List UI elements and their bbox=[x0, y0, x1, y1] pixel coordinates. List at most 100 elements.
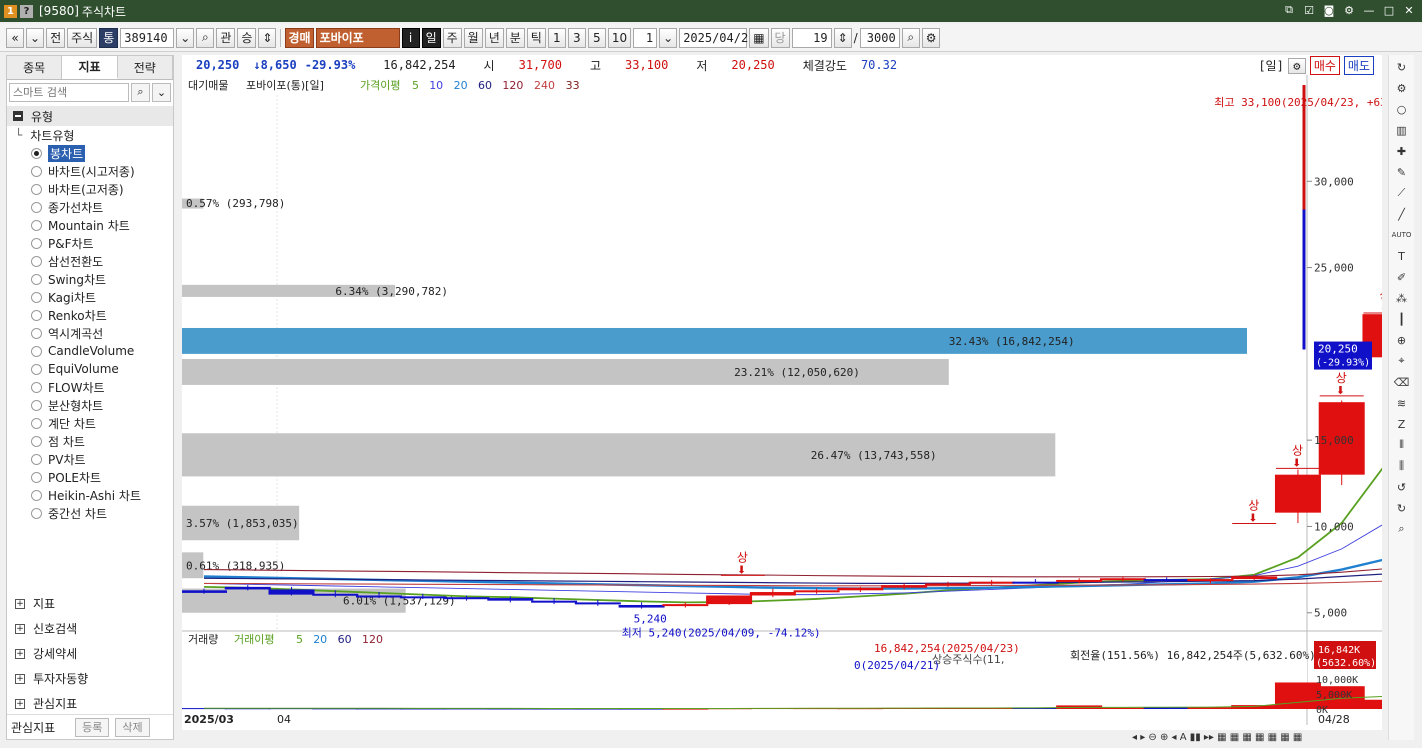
tong-button[interactable]: 통 bbox=[99, 27, 119, 48]
interval-5-button[interactable]: 5 bbox=[587, 27, 606, 48]
interval-10-button[interactable]: 10 bbox=[607, 27, 632, 48]
radio-icon[interactable] bbox=[31, 507, 42, 519]
gear-icon[interactable]: ⚙ bbox=[1342, 3, 1356, 17]
smart-search-input[interactable] bbox=[9, 82, 129, 102]
radio-icon[interactable] bbox=[31, 327, 42, 339]
max-count-input[interactable]: 3000 bbox=[859, 27, 900, 48]
circle-icon[interactable]: ○ bbox=[1393, 100, 1411, 118]
code-dropdown-button[interactable]: ⌄ bbox=[176, 27, 195, 48]
candle-icon[interactable]: ┃ bbox=[1393, 310, 1411, 328]
expand-icon[interactable]: + bbox=[15, 598, 25, 609]
radio-icon[interactable] bbox=[31, 219, 42, 231]
spin-button[interactable]: ⇕ bbox=[258, 27, 277, 48]
trend-line-icon[interactable]: ╱ bbox=[1393, 205, 1411, 223]
group-signal[interactable]: + 신호검색 bbox=[7, 616, 173, 641]
radio-icon[interactable] bbox=[31, 363, 42, 375]
radio-icon[interactable] bbox=[31, 381, 42, 393]
chart-type-item[interactable]: Kagi차트 bbox=[7, 288, 173, 306]
radio-icon[interactable] bbox=[31, 237, 42, 249]
group-type[interactable]: 유형 bbox=[7, 106, 173, 126]
gwan-button[interactable]: 관 bbox=[216, 27, 236, 48]
all-button[interactable]: 전 bbox=[46, 27, 66, 48]
prev-button[interactable]: « bbox=[6, 27, 24, 48]
chart-type-item[interactable]: CandleVolume bbox=[7, 342, 173, 360]
count-spin-button[interactable]: ⇕ bbox=[833, 27, 852, 48]
group-favorite[interactable]: + 관심지표 bbox=[7, 691, 173, 716]
eraser-icon[interactable]: ⌫ bbox=[1393, 373, 1411, 391]
group-investor[interactable]: + 투자자동향 bbox=[7, 666, 173, 691]
chart-type-item[interactable]: P&F차트 bbox=[7, 234, 173, 252]
chevron-down-button[interactable]: ⌄ bbox=[26, 27, 45, 48]
auto-icon[interactable]: AUTO bbox=[1392, 226, 1412, 244]
tab-strategy[interactable]: 전략 bbox=[117, 56, 173, 79]
line-tool-icon[interactable]: ⟋ bbox=[1393, 184, 1411, 202]
check-icon[interactable]: ☑ bbox=[1302, 3, 1316, 17]
collapse-icon[interactable] bbox=[13, 111, 23, 121]
undo-icon[interactable]: ↺ bbox=[1393, 478, 1411, 496]
text-icon[interactable]: T bbox=[1393, 247, 1411, 265]
radio-icon[interactable] bbox=[31, 345, 42, 357]
maximize-icon[interactable]: □ bbox=[1382, 3, 1396, 17]
settings-icon[interactable]: ⚙ bbox=[921, 27, 941, 48]
period-day-button[interactable]: 일 bbox=[421, 27, 441, 48]
chart-area[interactable]: 0.57% (293,798) 6.34% (3,290,782) 32.43% (… bbox=[181, 75, 1422, 730]
interval-dropdown-button[interactable]: ⌄ bbox=[659, 27, 678, 48]
zoom-in-icon[interactable]: ⊕ bbox=[1393, 331, 1411, 349]
group-indicator[interactable]: + 지표 bbox=[7, 591, 173, 616]
expand-icon[interactable]: + bbox=[15, 623, 25, 634]
chart-type-item[interactable]: Swing차트 bbox=[7, 270, 173, 288]
magnet-icon[interactable]: ⌖ bbox=[1393, 352, 1411, 370]
period-month-button[interactable]: 월 bbox=[463, 27, 483, 48]
stock-name-field[interactable]: 포바이포 bbox=[315, 27, 400, 48]
radio-icon[interactable] bbox=[31, 417, 42, 429]
radio-icon[interactable] bbox=[31, 165, 42, 177]
expand-icon[interactable]: + bbox=[15, 648, 25, 659]
date-input[interactable]: 2025/04/23 bbox=[679, 27, 755, 48]
chevron-down-icon[interactable]: ⌄ bbox=[152, 82, 171, 102]
chart-type-item[interactable]: 삼선전환도 bbox=[7, 252, 173, 270]
period-minute-button[interactable]: 분 bbox=[505, 27, 525, 48]
chart-type-item[interactable]: FLOW차트 bbox=[7, 378, 173, 396]
minimize-icon[interactable]: — bbox=[1362, 3, 1376, 17]
search-icon[interactable]: ⌕ bbox=[196, 27, 215, 48]
redo-icon[interactable]: ↻ bbox=[1393, 499, 1411, 517]
zigzag-icon[interactable]: Z bbox=[1393, 415, 1411, 433]
period-tick-button[interactable]: 틱 bbox=[526, 27, 546, 48]
chart-type-item[interactable]: 점 차트 bbox=[7, 432, 173, 450]
tab-indicator[interactable]: 지표 bbox=[62, 56, 118, 79]
chart-type-item[interactable]: 역시계곡선 bbox=[7, 324, 173, 342]
radio-icon[interactable] bbox=[31, 399, 42, 411]
app-menu-icon[interactable]: 1 bbox=[4, 4, 17, 18]
radio-icon[interactable] bbox=[31, 435, 42, 447]
chart-type-item[interactable]: 중간선 차트 bbox=[7, 504, 173, 522]
chart-type-item[interactable]: Heikin-Ashi 차트 bbox=[7, 486, 173, 504]
tab-stock[interactable]: 종목 bbox=[7, 56, 63, 79]
radio-icon[interactable] bbox=[31, 453, 42, 465]
seung-button[interactable]: 승 bbox=[237, 27, 257, 48]
interval-input[interactable]: 1 bbox=[633, 27, 658, 48]
camera-icon[interactable]: ◙ bbox=[1322, 3, 1336, 17]
radio-icon[interactable] bbox=[31, 471, 42, 483]
delete-favorite-button[interactable]: 삭제 bbox=[115, 717, 150, 737]
cycle-lines-icon[interactable]: ⫴ bbox=[1393, 436, 1411, 454]
dang-button[interactable]: 당 bbox=[770, 27, 790, 48]
close-icon[interactable]: ✕ bbox=[1402, 3, 1416, 17]
fibonacci-icon[interactable]: ≋ bbox=[1393, 394, 1411, 412]
cross-line-icon[interactable]: ✚ bbox=[1393, 142, 1411, 160]
radio-icon[interactable] bbox=[31, 183, 42, 195]
count-input[interactable]: 19 bbox=[791, 27, 832, 48]
chart-type-item[interactable]: Renko차트 bbox=[7, 306, 173, 324]
chart-type-group[interactable]: └ 차트유형 bbox=[7, 126, 173, 144]
interval-1-button[interactable]: 1 bbox=[547, 27, 566, 48]
chart-type-item[interactable]: EquiVolume bbox=[7, 360, 173, 378]
radio-icon[interactable] bbox=[31, 273, 42, 285]
radio-icon[interactable] bbox=[31, 309, 42, 321]
chart-type-item[interactable]: PV차트 bbox=[7, 450, 173, 468]
interval-3-button[interactable]: 3 bbox=[567, 27, 586, 48]
stock-code-input[interactable]: 389140 bbox=[120, 27, 175, 48]
buy-button[interactable]: 매수 bbox=[1309, 56, 1340, 75]
chart-type-item[interactable]: 분산형차트 bbox=[7, 396, 173, 414]
calendar-icon[interactable]: ▦ bbox=[749, 27, 769, 48]
stock-type-button[interactable]: 주식 bbox=[67, 27, 98, 48]
expand-icon[interactable]: + bbox=[15, 673, 25, 684]
